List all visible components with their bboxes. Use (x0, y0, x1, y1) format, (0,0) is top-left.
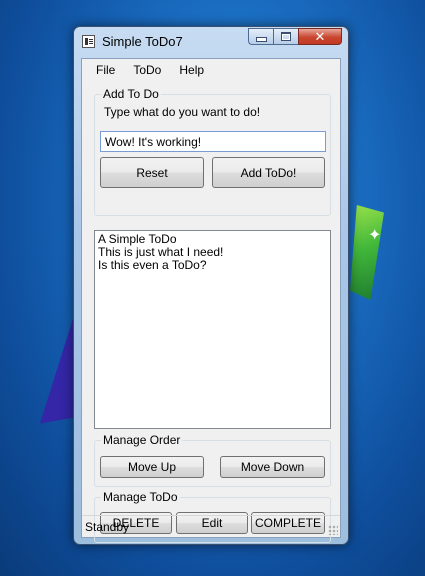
resize-grip-icon[interactable] (328, 525, 338, 535)
menu-help[interactable]: Help (170, 59, 213, 81)
close-icon: ✕ (314, 28, 326, 44)
move-up-button[interactable]: Move Up (100, 456, 204, 478)
menu-bar: File ToDo Help (82, 59, 340, 81)
manage-order-group-label: Manage Order (101, 433, 183, 447)
title-bar[interactable]: Simple ToDo7 ✕ (74, 27, 348, 55)
close-button[interactable]: ✕ (298, 28, 342, 45)
minimize-button[interactable] (248, 28, 273, 45)
maximize-icon (281, 32, 291, 41)
maximize-button[interactable] (273, 28, 298, 45)
list-item[interactable]: Is this even a ToDo? (98, 259, 327, 272)
status-bar: Standby (82, 515, 340, 537)
menu-todo[interactable]: ToDo (124, 59, 170, 81)
reset-button[interactable]: Reset (100, 157, 204, 188)
manage-order-group: Manage Order Move Up Move Down (94, 433, 331, 487)
notepad-icon[interactable] (82, 35, 95, 48)
minimize-icon (255, 37, 267, 42)
caption-buttons: ✕ (248, 28, 342, 46)
manage-todo-group-label: Manage ToDo (101, 490, 180, 504)
todo-input[interactable] (100, 131, 326, 152)
move-down-button[interactable]: Move Down (220, 456, 325, 478)
status-text: Standby (85, 520, 130, 534)
add-todo-group-label: Add To Do (101, 87, 161, 101)
wallpaper-shape-right (350, 205, 384, 300)
app-window: Simple ToDo7 ✕ File ToDo Help Add To Do … (73, 26, 349, 545)
window-title: Simple ToDo7 (102, 34, 183, 49)
butterfly-icon: ✦ (368, 227, 382, 244)
add-todo-group: Add To Do Type what do you want to do! R… (94, 87, 331, 216)
add-todo-button[interactable]: Add ToDo! (212, 157, 325, 188)
client-area: File ToDo Help Add To Do Type what do yo… (81, 58, 341, 543)
menu-file[interactable]: File (82, 59, 124, 81)
add-todo-prompt: Type what do you want to do! (104, 105, 261, 119)
todo-list[interactable]: A Simple ToDo This is just what I need! … (94, 230, 331, 429)
